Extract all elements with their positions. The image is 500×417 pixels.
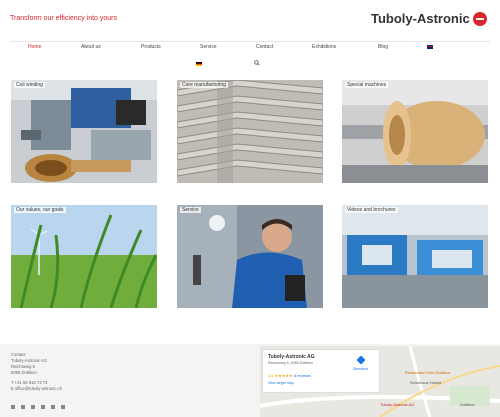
site-header: Transform our efficiency into yours Tubo… (0, 0, 500, 40)
special-machine-image (342, 80, 488, 183)
main-nav: Home About us Products Service Contact E… (0, 44, 500, 56)
tile-core-manufacturing[interactable]: Core manufacturing (177, 80, 323, 183)
nav-home[interactable]: Home (28, 44, 41, 50)
tile-label: Service (180, 207, 201, 213)
nav-about-us[interactable]: About us (81, 44, 101, 50)
brand-logo-icon[interactable] (473, 12, 487, 26)
contact-block: Contact Tuboly-Astronic AG Reichsweg 5 5… (11, 352, 62, 392)
map-rating: 4.6 ★★★★★ 8 reviews (268, 373, 311, 378)
map-poi-dottikon[interactable]: Dottikon (460, 402, 475, 407)
nav-products[interactable]: Products (141, 44, 161, 50)
tagline: Transform our efficiency into yours (10, 15, 117, 22)
map-poi-school[interactable]: Schulhaus Holzer (410, 380, 441, 385)
tile-label: Our values, our goals (14, 207, 66, 213)
map-place-address: Reichsweg 5, 5085 Dottikon (268, 361, 313, 365)
map-poi-tuboly[interactable]: Tuboly-Astronic AG (380, 402, 414, 407)
factory-floor-image (342, 205, 488, 308)
map-place-card: Tuboly-Astronic AG Reichsweg 5, 5085 Dot… (262, 349, 380, 393)
nav-service[interactable]: Service (200, 44, 217, 50)
nav-exhibitions[interactable]: Exhibitions (312, 44, 336, 50)
directions-icon[interactable] (357, 356, 365, 364)
instagram-icon[interactable] (31, 405, 35, 409)
brand-logo-text[interactable]: Tuboly-Astronic (371, 11, 470, 26)
wind-turbine-grass-image (11, 205, 157, 308)
nav-contact[interactable]: Contact (256, 44, 273, 50)
tile-videos-brochures[interactable]: Videos and brochures (342, 205, 488, 308)
contact-city: 5085 Dottikon (11, 370, 37, 375)
linkedin-icon[interactable] (41, 405, 45, 409)
youtube-icon[interactable] (61, 405, 65, 409)
search-icon[interactable] (254, 60, 260, 66)
map-poi-restaurant[interactable]: Restaurant Grün Dottikon (405, 370, 450, 375)
flag-uk-icon (427, 44, 433, 49)
map-view-larger-link[interactable]: View larger map (268, 381, 294, 385)
twitter-icon[interactable] (21, 405, 25, 409)
tile-special-machines[interactable]: Special machines (342, 80, 488, 183)
contact-email[interactable]: E office@tuboly-astronic.ch (11, 386, 62, 392)
nav-blog[interactable]: Blog (378, 44, 388, 50)
tile-coil-winding[interactable]: Coil winding (11, 80, 157, 183)
tile-label: Core manufacturing (180, 82, 228, 88)
language-switcher[interactable] (427, 44, 433, 50)
tile-label: Special machines (345, 82, 389, 88)
map-place-name: Tuboly-Astronic AG (268, 354, 315, 360)
core-lamination-image (177, 80, 323, 183)
xing-icon[interactable] (51, 405, 55, 409)
map-directions-label[interactable]: Directions (353, 367, 368, 371)
nav-divider (10, 41, 490, 42)
facebook-icon[interactable] (11, 405, 15, 409)
flag-de-icon (196, 61, 202, 66)
language-option-german[interactable] (196, 61, 202, 67)
tile-our-values[interactable]: Our values, our goals (11, 205, 157, 308)
tile-label: Videos and brochures (345, 207, 398, 213)
service-technician-image (177, 205, 323, 308)
coil-winding-machine-image (11, 80, 157, 183)
social-links (11, 405, 65, 409)
tile-service[interactable]: Service (177, 205, 323, 308)
tile-label: Coil winding (14, 82, 45, 88)
